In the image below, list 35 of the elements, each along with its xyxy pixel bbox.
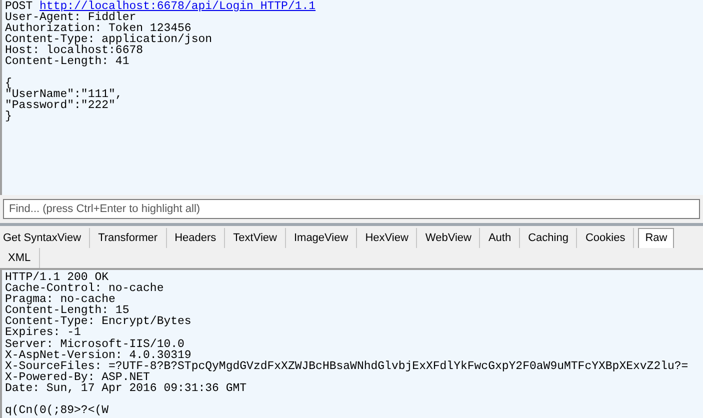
tab[interactable]: Headers xyxy=(166,228,226,248)
body-line: "Password":"222" xyxy=(5,100,116,111)
header-line: Content-Type: application/json xyxy=(5,34,212,45)
header-line: X-Powered-By: ASP.NET xyxy=(5,372,150,383)
body-line: "UserName":"111", xyxy=(5,89,122,100)
tab[interactable]: Auth xyxy=(480,228,520,248)
tab[interactable]: ImageView xyxy=(286,228,358,248)
tab[interactable]: Get SyntaxView xyxy=(0,228,90,248)
tab[interactable]: Caching xyxy=(520,228,578,248)
body-line: q(Cn(0(;89>?<(W xyxy=(5,405,109,416)
tab[interactable]: Cookies xyxy=(577,228,634,248)
header-line: Date: Sun, 17 Apr 2016 09:31:36 GMT xyxy=(5,382,247,394)
header-line: Pragma: no-cache xyxy=(5,294,116,306)
tab[interactable]: HexView xyxy=(357,228,418,248)
request-url-link[interactable]: http://localhost:6678/api/Login HTTP/1.1 xyxy=(40,0,316,13)
header-line: Server: Microsoft-IIS/10.0 xyxy=(5,338,184,350)
header-line: Host: localhost:6678 xyxy=(5,45,144,56)
header-line: Content-Length: 15 xyxy=(5,305,130,316)
http-method: POST xyxy=(5,0,33,13)
header-line: X-SourceFiles: =?UTF-8?B?STpcQyMgdGVzdFxXZWJBcHBsaWNhdGlvbjExXFdlYkFwcGxpY2F0aW9uMTFcYXBpXExvZ2lu?= xyxy=(5,360,688,372)
tab[interactable]: Raw xyxy=(638,228,674,248)
header-line: HTTP/1.1 200 OK xyxy=(5,272,109,284)
header-line: Expires: -1 xyxy=(5,327,81,339)
tab[interactable]: WebView xyxy=(417,228,480,248)
find-field[interactable]: Find... (press Ctrl+Enter to highlight all) xyxy=(3,199,700,219)
header-line: Content-Type: Encrypt/Bytes xyxy=(5,316,192,328)
tab[interactable]: Transformer xyxy=(90,228,167,248)
tab[interactable]: TextView xyxy=(225,228,286,248)
header-line: X-AspNet-Version: 4.0.30319 xyxy=(5,350,192,361)
header-line: Authorization: Token 123456 xyxy=(5,23,192,34)
header-line: Content-Length: 41 xyxy=(5,56,130,67)
header-line: Cache-Control: no-cache xyxy=(5,283,164,294)
header-line: User-Agent: Fiddler xyxy=(5,12,136,23)
body-line: { xyxy=(5,78,12,89)
body-line: } xyxy=(5,111,12,122)
